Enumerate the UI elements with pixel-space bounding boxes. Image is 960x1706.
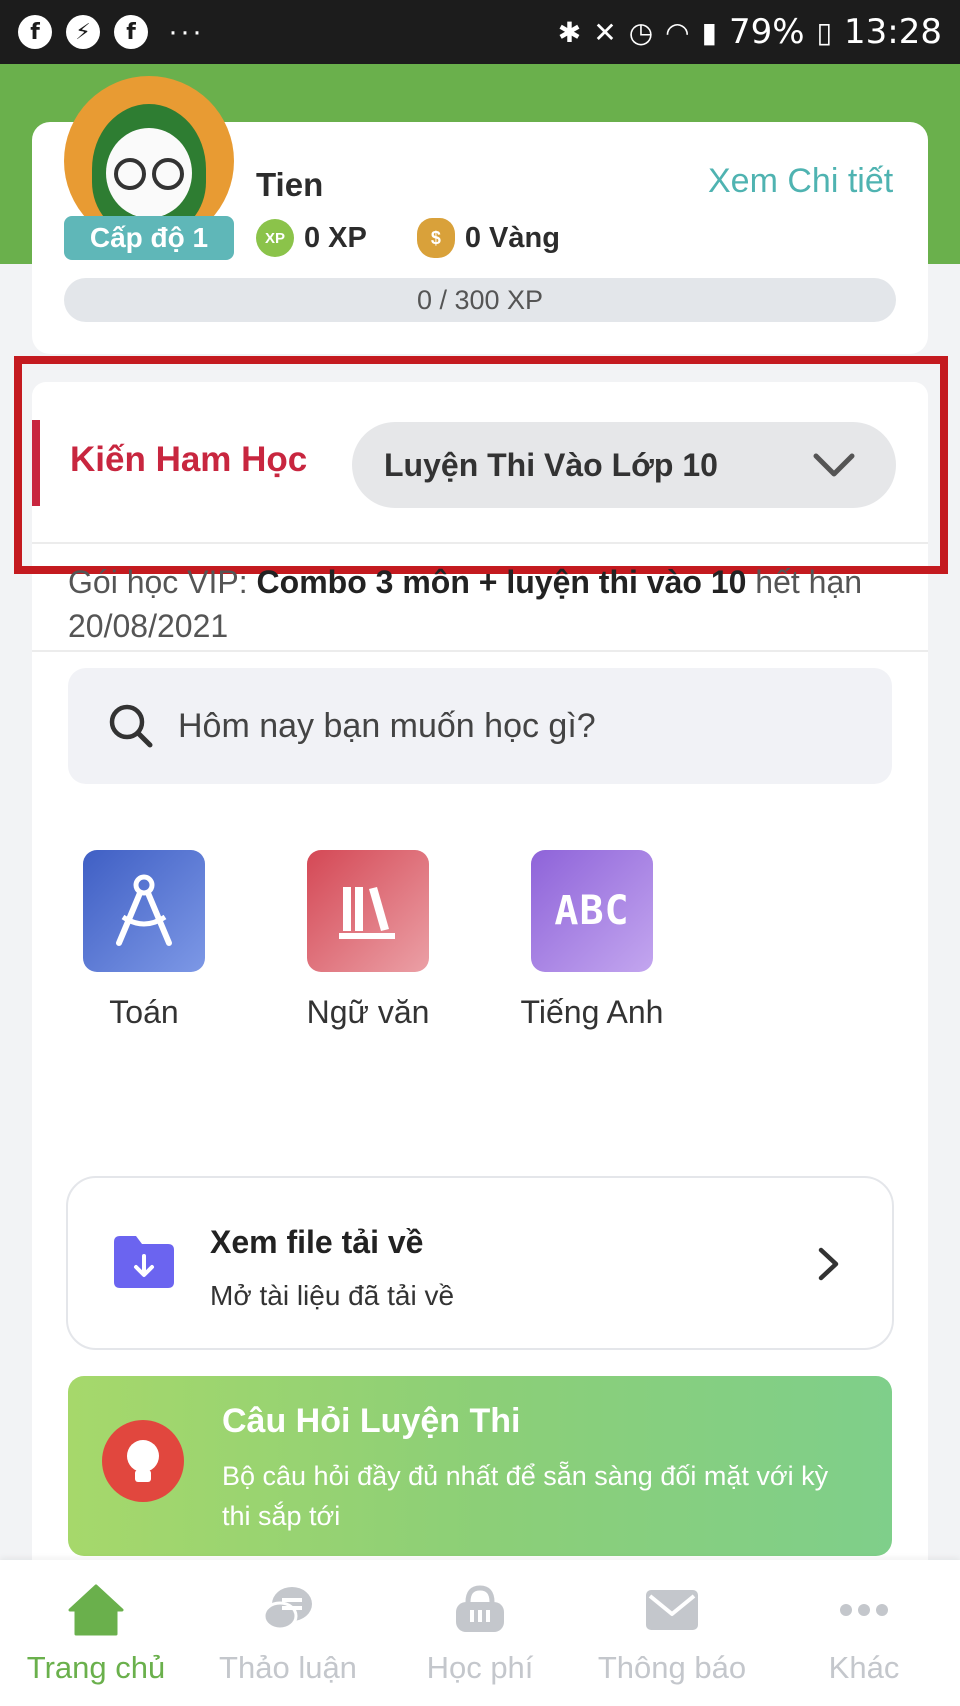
nav-label: Khác xyxy=(828,1650,900,1685)
promo-description: Bộ câu hỏi đầy đủ nhất để sẵn sàng đối m… xyxy=(222,1461,829,1531)
notification-icons: f ⚡ f ··· xyxy=(18,15,204,49)
folder-download-icon xyxy=(114,1236,174,1288)
chevron-right-icon xyxy=(818,1247,839,1281)
clock: 13:28 xyxy=(844,12,942,52)
gold-bag-icon: $ xyxy=(416,218,455,258)
subject-literature[interactable]: Ngữ văn xyxy=(288,850,448,1031)
signal-icon: ▮ xyxy=(701,15,718,49)
subject-math[interactable]: Toán xyxy=(64,850,224,1031)
mute-icon: ✕ xyxy=(593,15,617,49)
xp-icon: XP xyxy=(256,219,294,257)
xp-value: 0 XP xyxy=(304,221,367,254)
system-indicators: ✱ ✕ ◷ ◠ ▮ 79% ▯ 13:28 xyxy=(558,12,942,52)
view-details-link[interactable]: Xem Chi tiết xyxy=(708,162,893,201)
user-name: Tien xyxy=(256,166,324,203)
wifi-icon: ◠ xyxy=(665,15,690,49)
gold-value: 0 Vàng xyxy=(464,221,560,254)
mail-icon xyxy=(646,1590,698,1630)
nav-home[interactable]: Trang chủ xyxy=(0,1560,192,1706)
subject-label: Ngữ văn xyxy=(306,994,430,1030)
vip-prefix: Gói học VIP: xyxy=(68,564,257,600)
subject-english[interactable]: ABC Tiếng Anh xyxy=(512,850,672,1031)
search-box[interactable] xyxy=(68,668,892,784)
nav-tuition[interactable]: Học phí xyxy=(384,1560,576,1706)
divider xyxy=(32,650,928,652)
alarm-icon: ◷ xyxy=(628,15,654,49)
nav-notifications[interactable]: Thông báo xyxy=(576,1560,768,1706)
messenger-icon: ⚡ xyxy=(66,15,100,49)
bottom-nav: Trang chủ Thảo luận Học phí Thông báo Kh… xyxy=(0,1560,960,1706)
xp-progress-bar: 0 / 300 XP xyxy=(64,278,896,322)
exam-questions-banner[interactable]: Câu Hỏi Luyện Thi Bộ câu hỏi đầy đủ nhất… xyxy=(68,1376,892,1556)
lightbulb-icon xyxy=(102,1420,184,1502)
nav-label: Học phí xyxy=(426,1650,534,1685)
subject-label: Tiếng Anh xyxy=(520,994,664,1030)
bluetooth-icon: ✱ xyxy=(557,15,582,49)
chat-icon xyxy=(262,1587,312,1631)
home-icon xyxy=(68,1584,124,1636)
subject-label: Toán xyxy=(109,994,179,1030)
facebook-icon: f xyxy=(114,15,148,49)
xp-progress-text: 0 / 300 XP xyxy=(416,285,544,315)
nav-label: Trang chủ xyxy=(26,1650,166,1685)
highlight-frame xyxy=(14,356,948,574)
vip-status: Gói học VIP: Combo 3 môn + luyện thi vào… xyxy=(68,560,908,646)
downloads-title: Xem file tải về xyxy=(210,1224,424,1260)
books-icon xyxy=(307,850,429,972)
nav-label: Thông báo xyxy=(597,1650,747,1685)
nav-more[interactable]: Khác xyxy=(768,1560,960,1706)
downloads-card[interactable]: Xem file tải về Mở tài liệu đã tải về xyxy=(66,1176,894,1350)
search-icon xyxy=(109,704,153,748)
facebook-icon: f xyxy=(18,15,52,49)
mascot-icon xyxy=(92,104,206,234)
promo-title: Câu Hỏi Luyện Thi xyxy=(222,1402,521,1440)
abc-icon: ABC xyxy=(531,850,653,972)
nav-label: Thảo luận xyxy=(219,1650,357,1685)
nav-discussion[interactable]: Thảo luận xyxy=(192,1560,384,1706)
compass-icon xyxy=(83,850,205,972)
more-icon xyxy=(840,1604,888,1616)
abc-text: ABC xyxy=(554,888,630,934)
search-input[interactable] xyxy=(178,706,818,746)
level-badge: Cấp độ 1 xyxy=(64,216,234,260)
battery-percent: 79% xyxy=(729,12,805,52)
basket-icon xyxy=(456,1585,504,1632)
stats-row: XP 0 XP $ 0 Vàng xyxy=(256,218,560,258)
vip-package: Combo 3 môn + luyện thi vào 10 xyxy=(256,564,747,600)
battery-icon: ▯ xyxy=(816,15,833,49)
more-notifications-icon: ··· xyxy=(168,15,204,48)
status-bar: f ⚡ f ··· ✱ ✕ ◷ ◠ ▮ 79% ▯ 13:28 xyxy=(0,0,960,64)
downloads-subtitle: Mở tài liệu đã tải về xyxy=(210,1280,455,1311)
